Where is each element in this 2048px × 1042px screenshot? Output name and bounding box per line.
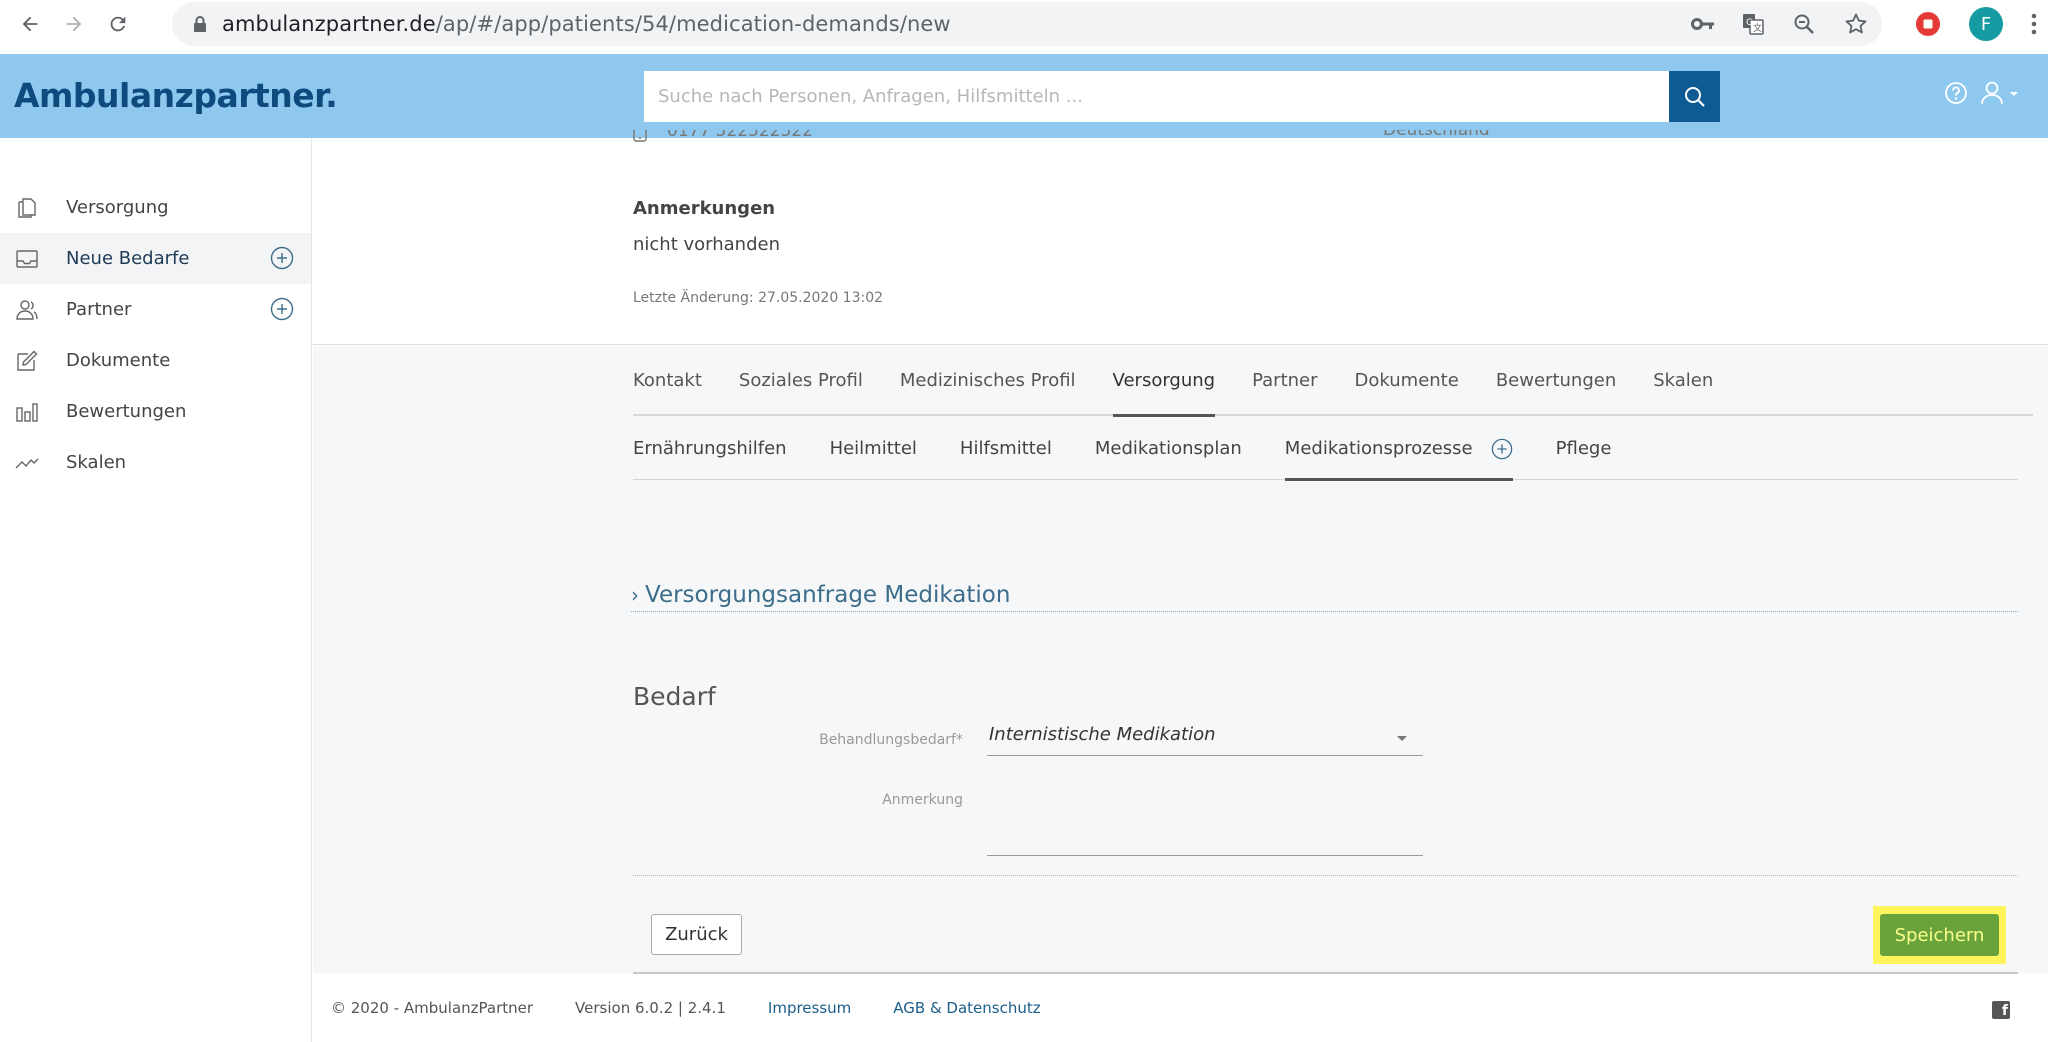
- sidebar-item-neue-bedarfe[interactable]: Neue Bedarfe: [0, 233, 311, 284]
- country-value: Deutschland: [1383, 130, 1490, 140]
- section-title: Versorgungsanfrage Medikation: [645, 581, 1011, 608]
- sidebar-item-dokumente[interactable]: Dokumente: [0, 335, 311, 386]
- subtab-medikationsprozesse[interactable]: Medikationsprozesse: [1284, 436, 1513, 481]
- lock-icon: [194, 16, 206, 32]
- profile-avatar[interactable]: F: [1969, 7, 2003, 41]
- svg-text:G: G: [1746, 18, 1753, 28]
- phone-row: 0177 522522522: [633, 130, 813, 142]
- main-tabs: Kontakt Soziales Profil Medizinisches Pr…: [633, 345, 2033, 417]
- sidebar-item-label: Versorgung: [66, 197, 169, 218]
- tab-skalen[interactable]: Skalen: [1653, 345, 1713, 415]
- sidebar-item-versorgung[interactable]: Versorgung: [0, 182, 311, 233]
- add-circle-icon[interactable]: [270, 297, 294, 321]
- sidebar: Versorgung Neue Bedarfe Partner Dokument…: [0, 138, 312, 1042]
- footer-copyright: © 2020 - AmbulanzPartner: [331, 999, 534, 1017]
- footer-version: Version 6.0.2 | 2.4.1: [575, 999, 726, 1017]
- notes-value: nicht vorhanden: [633, 234, 780, 255]
- key-icon[interactable]: [1683, 4, 1723, 44]
- subtab-pflege[interactable]: Pflege: [1556, 436, 1612, 480]
- zoom-icon[interactable]: [1784, 4, 1824, 44]
- reload-icon[interactable]: [98, 4, 138, 44]
- footer-impressum-link[interactable]: Impressum: [768, 999, 851, 1017]
- subtab-heilmittel[interactable]: Heilmittel: [830, 436, 917, 480]
- sidebar-item-skalen[interactable]: Skalen: [0, 437, 311, 488]
- back-button[interactable]: Zurück: [651, 914, 742, 955]
- search-bar: [644, 71, 1720, 122]
- subtab-medikationsplan[interactable]: Medikationsplan: [1095, 436, 1242, 480]
- sub-tabs: Ernährungshilfen Heilmittel Hilfsmittel …: [633, 436, 2018, 481]
- form-title: Bedarf: [633, 682, 716, 711]
- last-change-timestamp: Letzte Änderung: 27.05.2020 13:02: [633, 290, 884, 306]
- user-menu-icon[interactable]: [1980, 80, 2020, 106]
- sidebar-item-partner[interactable]: Partner: [0, 284, 311, 335]
- tab-dokumente[interactable]: Dokumente: [1355, 345, 1459, 415]
- stop-extension-icon[interactable]: [1908, 4, 1948, 44]
- sidebar-item-label: Bewertungen: [66, 401, 187, 422]
- tab-medizinisches-profil[interactable]: Medizinisches Profil: [900, 345, 1076, 415]
- sidebar-item-label: Partner: [66, 299, 132, 320]
- tab-partner[interactable]: Partner: [1252, 345, 1317, 415]
- trend-line-icon: [14, 450, 40, 476]
- sidebar-item-bewertungen[interactable]: Bewertungen: [0, 386, 311, 437]
- anmerkung-label: Anmerkung: [882, 792, 963, 808]
- facebook-icon[interactable]: f: [1992, 1001, 2010, 1019]
- phone-number: 0177 522522522: [667, 130, 814, 141]
- kebab-menu-icon[interactable]: [2014, 4, 2048, 44]
- save-button[interactable]: Speichern: [1880, 914, 1999, 956]
- select-value: Internistische Medikation: [989, 724, 1216, 745]
- chevron-right-icon: ›: [631, 582, 639, 607]
- documents-icon: [14, 195, 40, 221]
- logo[interactable]: Ambulanzpartner.: [14, 76, 338, 115]
- address-bar[interactable]: ambulanzpartner.de/ap/#/app/patients/54/…: [172, 2, 1882, 46]
- app-header: Ambulanzpartner.: [0, 54, 2048, 138]
- form-divider: [633, 875, 2018, 876]
- bar-chart-icon: [14, 399, 40, 425]
- tab-versorgung[interactable]: Versorgung: [1112, 345, 1215, 417]
- subtab-label: Medikationsprozesse: [1284, 438, 1473, 459]
- caret-down-icon: [1397, 736, 1407, 741]
- search-input[interactable]: [644, 71, 1669, 122]
- add-circle-icon[interactable]: [1491, 438, 1513, 460]
- partner-icon: [14, 297, 40, 323]
- edit-icon: [14, 348, 40, 374]
- behandlungsbedarf-label: Behandlungsbedarf*: [819, 732, 963, 748]
- bookmark-star-icon[interactable]: [1836, 4, 1876, 44]
- browser-toolbar: ambulanzpartner.de/ap/#/app/patients/54/…: [0, 0, 2048, 48]
- sidebar-item-label: Neue Bedarfe: [66, 248, 190, 269]
- url-text: ambulanzpartner.de/ap/#/app/patients/54/…: [222, 12, 951, 36]
- patient-info-section: 0177 522522522 Deutschland Anmerkungen n…: [313, 130, 2048, 345]
- inbox-icon: [14, 246, 40, 272]
- svg-text:文: 文: [1753, 22, 1762, 34]
- sidebar-item-label: Dokumente: [66, 350, 171, 371]
- main-content: Kontakt Soziales Profil Medizinisches Pr…: [313, 345, 2048, 974]
- back-arrow-icon[interactable]: [10, 4, 50, 44]
- subtab-hilfsmittel[interactable]: Hilfsmittel: [960, 436, 1052, 480]
- tab-bewertungen[interactable]: Bewertungen: [1496, 345, 1616, 415]
- sidebar-item-label: Skalen: [66, 452, 127, 473]
- mobile-phone-icon: [633, 130, 647, 142]
- tab-kontakt[interactable]: Kontakt: [633, 345, 702, 415]
- search-button[interactable]: [1669, 71, 1720, 122]
- anmerkung-input[interactable]: [987, 806, 1423, 856]
- translate-icon[interactable]: G文: [1733, 4, 1773, 44]
- tab-soziales-profil[interactable]: Soziales Profil: [739, 345, 863, 415]
- behandlungsbedarf-select[interactable]: Internistische Medikation: [987, 716, 1423, 756]
- section-header-versorgungsanfrage[interactable]: › Versorgungsanfrage Medikation: [631, 581, 2018, 612]
- forward-arrow-icon[interactable]: [54, 4, 94, 44]
- footer-agb-link[interactable]: AGB & Datenschutz: [893, 999, 1040, 1017]
- subtab-ernaehrungshilfen[interactable]: Ernährungshilfen: [633, 436, 787, 480]
- footer: © 2020 - AmbulanzPartner Version 6.0.2 |…: [313, 974, 2048, 1042]
- help-icon[interactable]: [1944, 81, 1968, 105]
- search-icon: [1684, 86, 1705, 107]
- notes-title: Anmerkungen: [633, 198, 776, 219]
- profile-initial: F: [1969, 7, 2003, 41]
- add-circle-icon[interactable]: [270, 246, 294, 270]
